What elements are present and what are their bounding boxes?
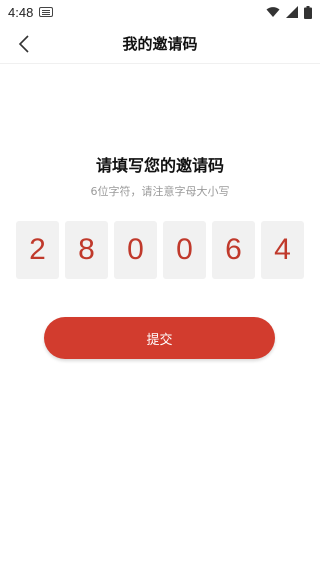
chevron-left-icon — [18, 35, 29, 53]
code-box-6[interactable]: 4 — [261, 221, 304, 279]
back-button[interactable] — [8, 28, 40, 60]
keyboard-icon — [39, 7, 54, 17]
code-box-5[interactable]: 6 — [212, 221, 255, 279]
battery-icon — [304, 5, 312, 19]
status-bar: 4:48 — [0, 0, 320, 24]
wifi-icon — [266, 7, 280, 17]
code-box-4[interactable]: 0 — [163, 221, 206, 279]
status-time: 4:48 — [8, 4, 34, 20]
submit-button[interactable]: 提交 — [44, 317, 275, 359]
code-box-2[interactable]: 8 — [65, 221, 108, 279]
app-bar: 我的邀请码 — [0, 24, 320, 64]
status-left: 4:48 — [8, 4, 54, 20]
signal-icon — [286, 6, 298, 18]
code-box-3[interactable]: 0 — [114, 221, 157, 279]
status-right — [266, 5, 312, 19]
invite-heading: 请填写您的邀请码 — [95, 156, 224, 175]
code-box-1[interactable]: 2 — [16, 221, 59, 279]
invite-hint: 6位字符，请注意字母大小写 — [90, 185, 230, 198]
code-input-row[interactable]: 2 8 0 0 6 4 — [16, 221, 304, 279]
page-title: 我的邀请码 — [122, 35, 198, 53]
